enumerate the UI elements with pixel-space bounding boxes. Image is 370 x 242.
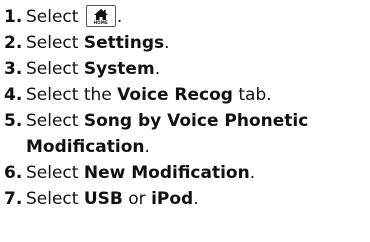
- step-text: Select the: [26, 85, 118, 105]
- step-target: System: [83, 59, 155, 79]
- step-tail: .: [144, 137, 150, 157]
- step-tail: .: [193, 189, 199, 209]
- step-1: 1. Select HOME .: [4, 4, 366, 30]
- step-number: 3.: [4, 59, 23, 79]
- step-5: 5. Select Song by Voice Phonetic Modific…: [4, 108, 366, 160]
- steps-list: 1. Select HOME . 2. Select Settings. 3. …: [4, 4, 366, 212]
- step-tail: .: [116, 7, 123, 27]
- step-number: 5.: [4, 111, 23, 131]
- step-target-2: iPod: [151, 189, 194, 209]
- step-6: 6. Select New Modification.: [4, 160, 366, 186]
- step-number: 6.: [4, 163, 23, 183]
- step-tail: .: [249, 163, 256, 183]
- step-text: Select: [26, 7, 79, 27]
- step-number: 2.: [4, 33, 23, 53]
- step-tail: tab.: [232, 85, 272, 105]
- step-text: Select: [26, 111, 84, 131]
- step-7: 7. Select USB or iPod.: [4, 186, 366, 212]
- step-text: Select: [26, 59, 84, 79]
- step-tail: .: [154, 59, 161, 79]
- step-target: Settings: [83, 33, 165, 53]
- step-text-mid: or: [122, 189, 152, 209]
- step-target: USB: [83, 189, 123, 209]
- step-text: Select: [26, 163, 84, 183]
- step-number: 4.: [4, 85, 23, 105]
- step-number: 1.: [4, 7, 23, 27]
- step-text: Select: [26, 189, 84, 209]
- step-3: 3. Select System.: [4, 56, 366, 82]
- home-icon: HOME: [85, 5, 116, 27]
- home-icon-label: HOME: [93, 20, 108, 25]
- step-2: 2. Select Settings.: [4, 30, 366, 56]
- step-4: 4. Select the Voice Recog tab.: [4, 82, 366, 108]
- step-target: Voice Recog: [117, 85, 233, 105]
- step-number: 7.: [4, 189, 23, 209]
- step-tail: .: [164, 33, 170, 53]
- step-text: Select: [26, 33, 84, 53]
- step-target: New Modification: [83, 163, 250, 183]
